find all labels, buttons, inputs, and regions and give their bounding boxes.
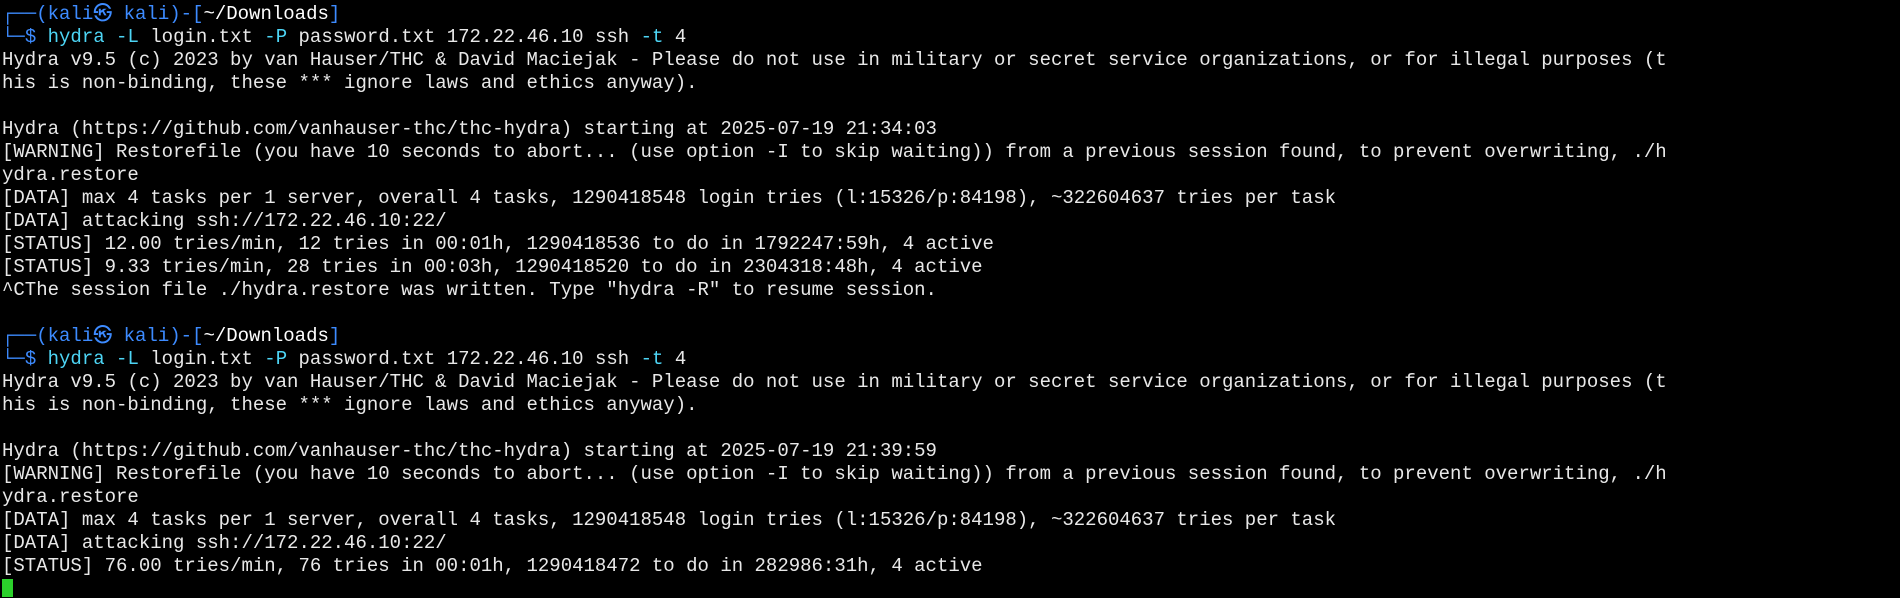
terminal-window[interactable]: ┌──(kali㉿ kali)-[~/Downloads] └─$ hydra … [0,0,1900,598]
prompt-separator: )-[ [169,325,204,347]
output-line: [DATA] attacking ssh://172.22.46.10:22/ [2,210,447,232]
prompt-frame-bottom: └─ [2,348,25,370]
output-line: [STATUS] 12.00 tries/min, 12 tries in 00… [2,233,994,255]
output-line: [DATA] max 4 tasks per 1 server, overall… [2,509,1337,531]
output-line: [WARNING] Restorefile (you have 10 secon… [2,463,1667,485]
output-line: ^CThe session file ./hydra.restore was w… [2,279,937,301]
command-flag-pass: -P [264,348,288,370]
command-target: 172.22.46.10 [446,26,584,48]
command-flag-tasks: -t [640,348,664,370]
output-line: Hydra (https://github.com/vanhauser-thc/… [2,118,937,140]
command-flag-login: -L [116,26,139,48]
output-line: Hydra v9.5 (c) 2023 by van Hauser/THC & … [2,371,1667,393]
prompt-header: ┌──(kali㉿ kali)-[~/Downloads] [2,325,1900,348]
command-flag-pass: -P [264,26,288,48]
command-tasks: 4 [674,26,687,48]
prompt-directory: ~/Downloads [203,3,329,25]
command-service: ssh [594,348,630,370]
cursor-line[interactable] [2,578,1900,598]
prompt-dollar: $ [24,348,48,370]
terminal-cursor[interactable] [2,579,13,597]
prompt-frame-bottom: └─ [2,26,25,48]
prompt-separator: )-[ [169,3,204,25]
output-line: Hydra v9.5 (c) 2023 by van Hauser/THC & … [2,49,1667,71]
output-line: [WARNING] Restorefile (you have 10 secon… [2,141,1667,163]
command-flag-login: -L [116,348,139,370]
prompt-bracket-end: ] [328,325,341,347]
command-flag-tasks: -t [640,26,664,48]
command-target: 172.22.46.10 [446,348,584,370]
command-pass-file: password.txt [298,348,436,370]
output-line: his is non-binding, these *** ignore law… [2,72,698,94]
command-login-file: login.txt [150,348,253,370]
output-line: ydra.restore [2,486,139,508]
command-tasks: 4 [674,348,687,370]
output-line: ydra.restore [2,164,139,186]
prompt-frame-top: ┌──( [2,3,48,25]
prompt-dollar: $ [24,26,48,48]
output-line: [DATA] max 4 tasks per 1 server, overall… [2,187,1337,209]
command-line: └─$ hydra -L login.txt -P password.txt 1… [2,348,1900,371]
output-line: Hydra (https://github.com/vanhauser-thc/… [2,440,937,462]
prompt-header: ┌──(kali㉿ kali)-[~/Downloads] [2,3,1900,26]
prompt-user-host: kali㉿ kali [47,325,170,347]
command-service: ssh [594,26,630,48]
command-program: hydra [47,348,105,370]
output-line: [STATUS] 76.00 tries/min, 76 tries in 00… [2,555,983,577]
prompt-frame-top: ┌──( [2,325,48,347]
output-line: his is non-binding, these *** ignore law… [2,394,698,416]
command-program: hydra [47,26,105,48]
command-login-file: login.txt [150,26,253,48]
prompt-user-host: kali㉿ kali [47,3,170,25]
prompt-bracket-end: ] [328,3,341,25]
prompt-directory: ~/Downloads [203,325,329,347]
command-pass-file: password.txt [298,26,436,48]
output-line: [DATA] attacking ssh://172.22.46.10:22/ [2,532,447,554]
command-line: └─$ hydra -L login.txt -P password.txt 1… [2,26,1900,49]
output-line: [STATUS] 9.33 tries/min, 28 tries in 00:… [2,256,983,278]
